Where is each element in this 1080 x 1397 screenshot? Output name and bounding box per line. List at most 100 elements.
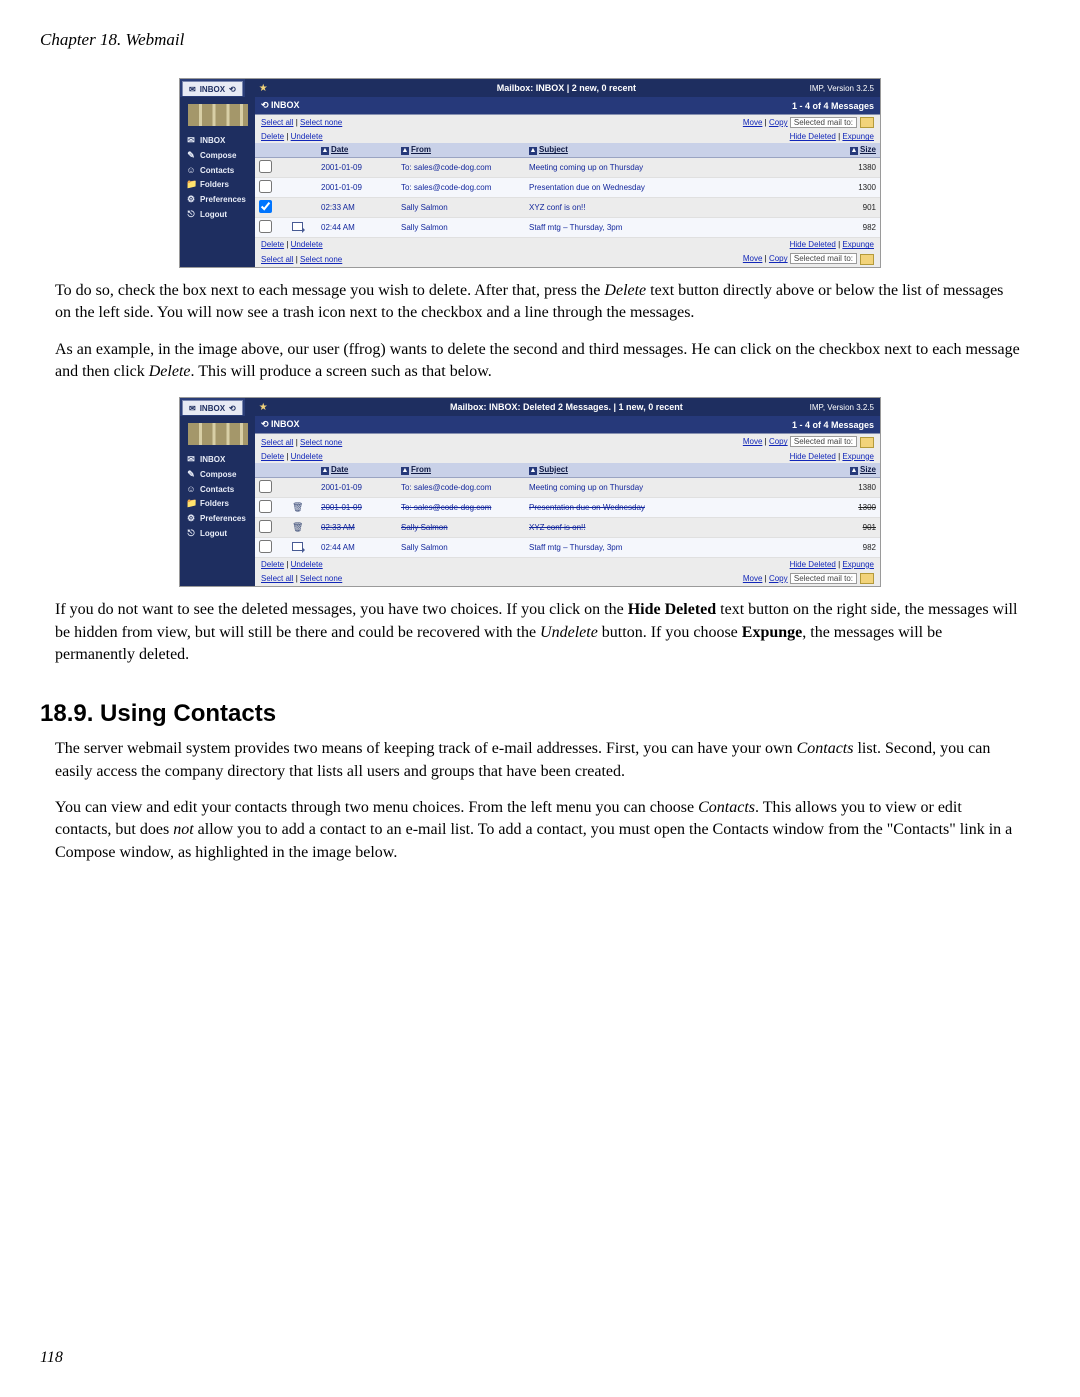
undelete-link[interactable]: Undelete xyxy=(291,240,323,249)
mailbox-title: Mailbox: INBOX | 2 new, 0 recent xyxy=(413,79,721,97)
expunge-link[interactable]: Expunge xyxy=(842,560,874,569)
reply-icon xyxy=(292,222,303,231)
table-row[interactable]: 2001-01-09To: sales@code-dog.comMeeting … xyxy=(255,477,880,497)
folder-icon[interactable] xyxy=(860,117,874,128)
table-row[interactable]: 2001-01-09To: sales@code-dog.comPresenta… xyxy=(255,178,880,198)
move-link[interactable]: Move xyxy=(743,437,763,446)
delete-link[interactable]: Delete xyxy=(261,560,284,569)
folder-icon[interactable] xyxy=(860,254,874,265)
table-row[interactable]: 02:44 AMSally SalmonStaff mtg – Thursday… xyxy=(255,537,880,557)
col-size[interactable]: ▲Size xyxy=(828,463,880,478)
help-icon[interactable]: ★ xyxy=(259,83,268,94)
copy-link[interactable]: Copy xyxy=(769,574,788,583)
sort-icon: ▲ xyxy=(529,467,537,475)
expunge-link[interactable]: Expunge xyxy=(842,240,874,249)
row-checkbox[interactable] xyxy=(259,480,272,493)
copy-link[interactable]: Copy xyxy=(769,437,788,446)
sidebar-item-compose[interactable]: ✎Compose xyxy=(184,148,251,163)
tab-inbox[interactable]: ✉INBOX⟲ xyxy=(182,400,243,415)
move-link[interactable]: Move xyxy=(743,118,763,127)
select-none-link[interactable]: Select none xyxy=(300,574,342,583)
undelete-link[interactable]: Undelete xyxy=(291,452,323,461)
col-subject[interactable]: ▲Subject xyxy=(525,463,828,478)
row-checkbox[interactable] xyxy=(259,200,272,213)
col-from[interactable]: ▲From xyxy=(397,463,525,478)
refresh-icon[interactable]: ⟲ xyxy=(229,85,236,94)
row-checkbox[interactable] xyxy=(259,520,272,533)
sidebar-item-inbox[interactable]: ✉INBOX xyxy=(184,133,251,148)
select-none-link[interactable]: Select none xyxy=(300,118,342,127)
row-checkbox[interactable] xyxy=(259,500,272,513)
expunge-link[interactable]: Expunge xyxy=(842,132,874,141)
copy-link[interactable]: Copy xyxy=(769,254,788,263)
col-subject[interactable]: ▲Subject xyxy=(525,143,828,158)
sidebar-item-compose[interactable]: ✎Compose xyxy=(184,467,251,482)
help-icon[interactable]: ★ xyxy=(259,402,268,413)
hide-deleted-link[interactable]: Hide Deleted xyxy=(790,452,836,461)
text: To do so, check the box next to each mes… xyxy=(55,282,604,299)
sidebar-item-preferences-icon: ⚙ xyxy=(186,194,196,205)
select-all-link[interactable]: Select all xyxy=(261,255,293,264)
sidebar-item-folders[interactable]: 📁Folders xyxy=(184,177,251,192)
sidebar-item-preferences[interactable]: ⚙Preferences xyxy=(184,511,251,526)
row-checkbox[interactable] xyxy=(259,220,272,233)
folder-icon[interactable] xyxy=(860,573,874,584)
delete-link[interactable]: Delete xyxy=(261,132,284,141)
folder-name: INBOX xyxy=(271,100,300,110)
table-row[interactable]: 02:44 AMSally SalmonStaff mtg – Thursday… xyxy=(255,218,880,238)
table-row[interactable]: 🗑02:33 AMSally SalmonXYZ conf is on!!901 xyxy=(255,517,880,537)
sidebar-item-logout-icon: ⎋ xyxy=(186,209,196,220)
refresh-icon[interactable]: ⟲ xyxy=(261,100,271,110)
tab-inbox[interactable]: ✉INBOX⟲ xyxy=(182,81,243,96)
sidebar-item-logout[interactable]: ⎋Logout xyxy=(184,207,251,222)
row-checkbox[interactable] xyxy=(259,540,272,553)
sidebar-item-contacts[interactable]: ☺Contacts xyxy=(184,163,251,177)
expunge-link[interactable]: Expunge xyxy=(842,452,874,461)
destination-select[interactable]: Selected mail to: xyxy=(790,436,857,447)
table-row[interactable]: 2001-01-09To: sales@code-dog.comMeeting … xyxy=(255,158,880,178)
sidebar-item-logout[interactable]: ⎋Logout xyxy=(184,526,251,541)
col-date[interactable]: ▲Date xyxy=(317,143,397,158)
col-from[interactable]: ▲From xyxy=(397,143,525,158)
sidebar-item-folders[interactable]: 📁Folders xyxy=(184,496,251,511)
hide-deleted-link[interactable]: Hide Deleted xyxy=(790,132,836,141)
refresh-icon[interactable]: ⟲ xyxy=(229,404,236,413)
term-contacts: Contacts xyxy=(797,740,854,757)
sidebar-item-inbox[interactable]: ✉INBOX xyxy=(184,452,251,467)
row-checkbox[interactable] xyxy=(259,180,272,193)
select-none-link[interactable]: Select none xyxy=(300,255,342,264)
select-all-link[interactable]: Select all xyxy=(261,118,293,127)
table-row[interactable]: 🗑2001-01-09To: sales@code-dog.comPresent… xyxy=(255,497,880,517)
folder-icon[interactable] xyxy=(860,437,874,448)
destination-select[interactable]: Selected mail to: xyxy=(790,573,857,584)
move-link[interactable]: Move xyxy=(743,254,763,263)
column-label: Date xyxy=(331,465,348,474)
undelete-link[interactable]: Undelete xyxy=(291,560,323,569)
select-all-link[interactable]: Select all xyxy=(261,438,293,447)
copy-link[interactable]: Copy xyxy=(769,118,788,127)
tab-label: INBOX xyxy=(200,404,225,413)
webmail-window: ✉INBOX⟲★Mailbox: INBOX | 2 new, 0 recent… xyxy=(179,78,881,268)
undelete-link[interactable]: Undelete xyxy=(291,132,323,141)
hide-deleted-link[interactable]: Hide Deleted xyxy=(790,560,836,569)
delete-link[interactable]: Delete xyxy=(261,452,284,461)
refresh-icon[interactable]: ⟲ xyxy=(261,419,271,429)
column-label: Subject xyxy=(539,145,568,154)
select-all-link[interactable]: Select all xyxy=(261,574,293,583)
mailbox-title: Mailbox: INBOX: Deleted 2 Messages. | 1 … xyxy=(413,398,721,416)
col-checkbox xyxy=(255,463,285,478)
cell-from: Sally Salmon xyxy=(397,198,525,218)
destination-select[interactable]: Selected mail to: xyxy=(790,253,857,264)
delete-link[interactable]: Delete xyxy=(261,240,284,249)
sidebar-item-preferences[interactable]: ⚙Preferences xyxy=(184,192,251,207)
cell-size: 1300 xyxy=(828,497,880,517)
col-size[interactable]: ▲Size xyxy=(828,143,880,158)
sidebar-item-contacts[interactable]: ☺Contacts xyxy=(184,482,251,496)
move-link[interactable]: Move xyxy=(743,574,763,583)
select-none-link[interactable]: Select none xyxy=(300,438,342,447)
destination-select[interactable]: Selected mail to: xyxy=(790,117,857,128)
col-date[interactable]: ▲Date xyxy=(317,463,397,478)
hide-deleted-link[interactable]: Hide Deleted xyxy=(790,240,836,249)
table-row[interactable]: 02:33 AMSally SalmonXYZ conf is on!!901 xyxy=(255,198,880,218)
row-checkbox[interactable] xyxy=(259,160,272,173)
